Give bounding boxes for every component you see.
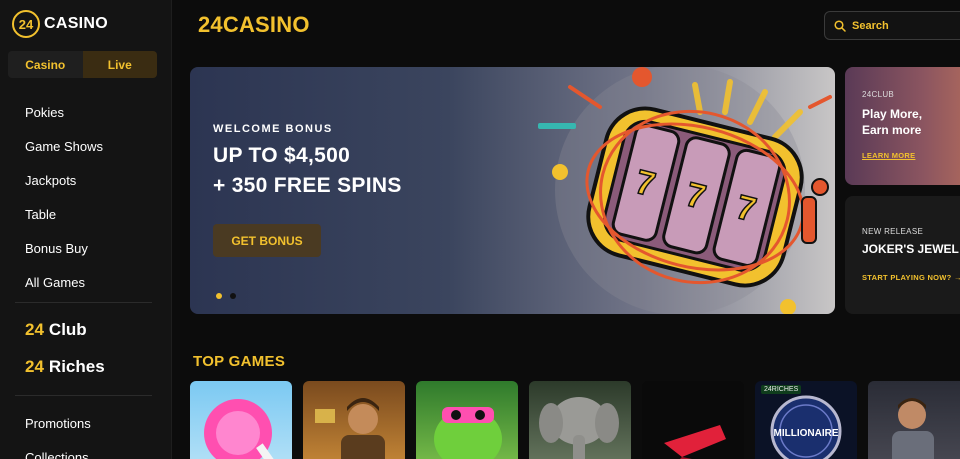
game-tile-explorer[interactable] (303, 381, 405, 459)
promo-eyebrow: 24CLUB (862, 90, 895, 99)
hero-headline-2: + 350 FREE SPINS (213, 174, 402, 197)
promo-title-1: Play More, (862, 107, 923, 121)
game-tile-man-portrait[interactable] (868, 381, 960, 459)
sidebar-nav: Pokies Game Shows Jackpots Table Bonus B… (25, 95, 103, 299)
club-promo-card[interactable]: 24CLUB Play More, Earn more LEARN MORE (845, 67, 960, 185)
sidebar-item-bonus-buy[interactable]: Bonus Buy (25, 231, 103, 265)
casino-live-toggle: Casino Live (8, 51, 157, 78)
hero-headline-1: UP TO $4,500 (213, 144, 351, 167)
sidebar-item-pokies[interactable]: Pokies (25, 95, 103, 129)
slot-machine-art: 7 7 7 (538, 67, 832, 314)
search-label: Search (852, 19, 889, 32)
elephant-art-icon (539, 397, 619, 459)
get-bonus-button[interactable]: GET BONUS (213, 224, 321, 257)
hero-eyebrow: WELCOME BONUS (213, 123, 333, 135)
sidebar-item-promotions[interactable]: Promotions (25, 411, 91, 435)
new-release-card[interactable]: NEW RELEASE JOKER'S JEWEL START PLAYING … (845, 196, 960, 314)
promo2-title: JOKER'S JEWEL (862, 242, 959, 256)
sidebar-divider (15, 302, 152, 303)
carousel-dot-2[interactable] (230, 293, 236, 299)
club-number: 24 (25, 320, 44, 339)
top-games-row: 24RICHES MILLIONAIRE (190, 381, 960, 459)
sidebar: 24 CASINO Casino Live Pokies Game Shows … (0, 0, 172, 459)
sidebar-item-table[interactable]: Table (25, 197, 103, 231)
tab-casino[interactable]: Casino (8, 51, 83, 78)
carousel-dot-1[interactable] (216, 293, 222, 299)
search-icon (834, 19, 846, 32)
sidebar-item-24-riches[interactable]: 24 Riches (25, 357, 105, 377)
carousel-dots (216, 293, 236, 299)
game-tile-elephant[interactable] (529, 381, 631, 459)
lollipop-art-icon (204, 399, 280, 459)
sidebar-item-24-club[interactable]: 24 Club (25, 320, 87, 340)
top-games-title: TOP GAMES (193, 353, 286, 370)
promo2-eyebrow: NEW RELEASE (862, 227, 924, 236)
page-title: 24CASINO (198, 12, 310, 37)
millionaire-title: MILLIONAIRE (773, 428, 839, 439)
sidebar-item-all-games[interactable]: All Games (25, 265, 103, 299)
club-label: Club (48, 320, 87, 339)
sidebar-divider-2 (15, 395, 152, 396)
man-portrait-art-icon (892, 398, 934, 459)
riches-label: Riches (48, 357, 105, 376)
logo-mark-icon: 24 (12, 10, 40, 38)
tab-live[interactable]: Live (82, 51, 157, 78)
promo-title-2: Earn more (862, 123, 922, 137)
learn-more-link[interactable]: LEARN MORE (862, 151, 915, 160)
game-tile-lollipop[interactable] (190, 381, 292, 459)
frog-art-icon (434, 407, 502, 459)
game-tile-millionaire[interactable]: 24RICHES MILLIONAIRE (755, 381, 857, 459)
sidebar-item-game-shows[interactable]: Game Shows (25, 129, 103, 163)
sidebar-item-collections[interactable]: Collections (25, 445, 91, 459)
explorer-art-icon (315, 398, 385, 459)
game-tile-frog[interactable] (416, 381, 518, 459)
search-input[interactable]: Search (824, 11, 960, 40)
millionaire-art-icon (770, 395, 842, 459)
logo[interactable]: 24 CASINO (12, 10, 108, 38)
start-playing-link[interactable]: START PLAYING NOW? → (862, 273, 960, 282)
casino-app: 24 CASINO Casino Live Pokies Game Shows … (0, 0, 960, 459)
red-shape-art-icon (664, 425, 726, 459)
sidebar-nav-secondary: Promotions Collections (25, 411, 91, 459)
game-tile-red-shape[interactable] (642, 381, 744, 459)
logo-text: CASINO (44, 15, 109, 32)
welcome-bonus-banner[interactable]: WELCOME BONUS UP TO $4,500 + 350 FREE SP… (190, 67, 835, 314)
riches-number: 24 (25, 357, 44, 376)
sidebar-item-jackpots[interactable]: Jackpots (25, 163, 103, 197)
